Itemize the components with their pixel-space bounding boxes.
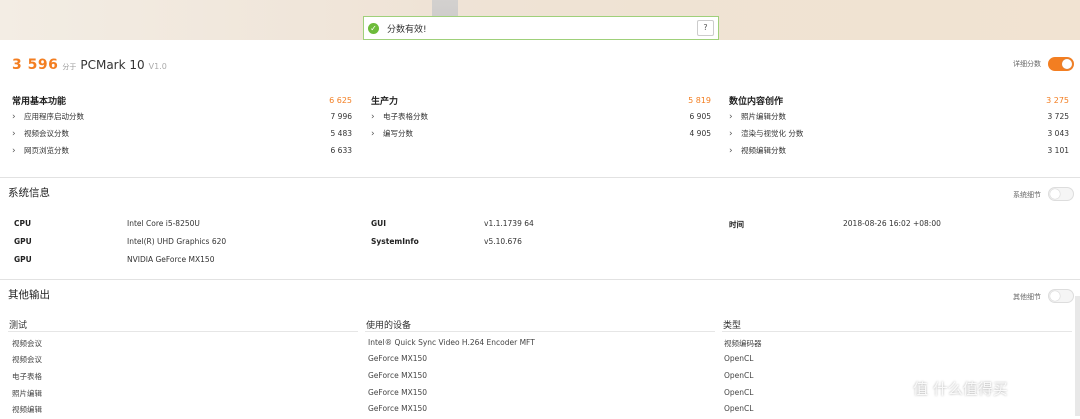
info-value-systeminfo: v5.10.676 <box>484 237 522 246</box>
section-divider <box>0 177 1080 178</box>
info-key-gpu: GPU <box>14 237 32 246</box>
chevron-right-icon: › <box>371 128 375 139</box>
table-cell: OpenCL <box>724 388 754 397</box>
system-details-toggle-label: 系统细节 <box>1013 191 1041 199</box>
score-header: 3 596 分于 PCMark 10 V1.0 <box>12 57 167 73</box>
other-details-toggle[interactable] <box>1048 289 1074 303</box>
watermark: 值 什么值得买 <box>913 380 1008 398</box>
detail-scores-toggle-label: 详细分数 <box>1013 60 1041 68</box>
detail-scores-toggle[interactable] <box>1048 57 1074 71</box>
toast-message: 分数有效! <box>387 24 427 35</box>
info-value-time: 2018-08-26 16:02 +08:00 <box>843 219 941 228</box>
chevron-right-icon: › <box>729 145 733 156</box>
help-button[interactable]: ? <box>697 20 714 36</box>
subscore-row[interactable]: › 编写分数 4 905 <box>371 125 711 142</box>
column-underline <box>365 331 715 332</box>
column-header-type: 类型 <box>723 321 742 331</box>
subscore-row[interactable]: › 视频会议分数 5 483 <box>12 125 352 142</box>
table-cell: OpenCL <box>724 371 754 380</box>
table-cell: 视频会议 <box>12 339 42 348</box>
chevron-right-icon: › <box>12 128 16 139</box>
chevron-right-icon: › <box>371 111 375 122</box>
subscore-row[interactable]: › 渲染与视觉化 分数 3 043 <box>729 125 1069 142</box>
category-productivity: 生产力 5 819 › 电子表格分数 6 905 › 编写分数 4 905 <box>371 92 711 142</box>
chevron-right-icon: › <box>729 111 733 122</box>
column-header-device: 使用的设备 <box>366 321 412 331</box>
chevron-right-icon: › <box>12 111 16 122</box>
table-cell: GeForce MX150 <box>368 388 428 397</box>
table-cell: GeForce MX150 <box>368 371 428 380</box>
column-header-test: 测试 <box>9 321 28 331</box>
info-key-gui: GUI <box>371 219 387 228</box>
info-key-time: 时间 <box>729 220 744 229</box>
table-cell: 电子表格 <box>12 372 42 381</box>
benchmark-name: PCMark 10 <box>80 58 145 72</box>
info-key-cpu: CPU <box>14 219 32 228</box>
other-output-title: 其他输出 <box>8 289 50 301</box>
table-cell: 视频编辑 <box>12 405 42 414</box>
subscore-row[interactable]: › 视频编辑分数 3 101 <box>729 142 1069 159</box>
table-cell: 照片编辑 <box>12 389 42 398</box>
info-value-gpu: Intel(R) UHD Graphics 620 <box>127 237 227 246</box>
table-cell: Intel® Quick Sync Video H.264 Encoder MF… <box>368 338 535 347</box>
overall-score: 3 596 <box>12 57 59 73</box>
category-score: 5 819 <box>688 95 711 105</box>
category-score: 3 275 <box>1046 95 1069 105</box>
subscore-row[interactable]: › 电子表格分数 6 905 <box>371 108 711 125</box>
category-essentials: 常用基本功能 6 625 › 应用程序启动分数 7 996 › 视频会议分数 5 4… <box>12 92 352 159</box>
table-cell: GeForce MX150 <box>368 354 428 363</box>
chevron-right-icon: › <box>729 128 733 139</box>
category-name: 常用基本功能 <box>12 96 67 107</box>
info-value-gui: v1.1.1739 64 <box>484 219 534 228</box>
category-name: 数位内容创作 <box>729 96 784 107</box>
scrollbar[interactable] <box>1075 296 1080 416</box>
info-key-gpu: GPU <box>14 255 32 264</box>
category-name: 生产力 <box>371 96 399 107</box>
info-value-gpu: NVIDIA GeForce MX150 <box>127 255 215 264</box>
system-details-toggle[interactable] <box>1048 187 1074 201</box>
subscore-row[interactable]: › 应用程序启动分数 7 996 <box>12 108 352 125</box>
column-underline <box>8 331 358 332</box>
table-cell: 视频编码器 <box>724 339 762 348</box>
check-icon: ✓ <box>368 22 379 34</box>
category-score: 6 625 <box>329 95 352 105</box>
table-cell: OpenCL <box>724 404 754 413</box>
table-cell: OpenCL <box>724 354 754 363</box>
subscore-row[interactable]: › 照片编辑分数 3 725 <box>729 108 1069 125</box>
category-digital-content: 数位内容创作 3 275 › 照片编辑分数 3 725 › 渲染与视觉化 分数 3 … <box>729 92 1069 159</box>
info-key-systeminfo: SystemInfo <box>371 237 419 246</box>
table-cell: GeForce MX150 <box>368 404 428 413</box>
subscore-row[interactable]: › 网页浏览分数 6 633 <box>12 142 352 159</box>
chevron-right-icon: › <box>12 145 16 156</box>
score-unit: 分于 <box>62 63 77 71</box>
result-valid-toast: ✓ 分数有效! ? <box>363 16 719 40</box>
benchmark-version: V1.0 <box>148 62 167 71</box>
other-details-toggle-label: 其他细节 <box>1013 293 1041 301</box>
system-info-title: 系统信息 <box>8 187 50 199</box>
section-divider <box>0 279 1080 280</box>
column-underline <box>722 331 1072 332</box>
info-value-cpu: Intel Core i5-8250U <box>127 219 200 228</box>
table-cell: 视频会议 <box>12 355 42 364</box>
